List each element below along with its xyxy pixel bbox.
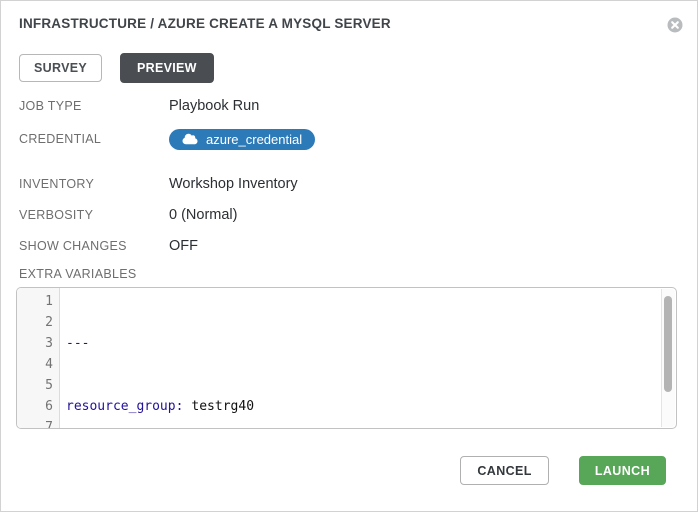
field-label: VERBOSITY: [19, 208, 169, 222]
line-number: 2: [17, 312, 53, 333]
code-line: resource_group:testrg40: [66, 396, 676, 417]
editor-code[interactable]: --- resource_group:testrg40 location:eas…: [60, 288, 676, 428]
credential-badge-label: azure_credential: [206, 132, 302, 147]
field-show-changes: SHOW CHANGES OFF: [19, 237, 679, 255]
field-inventory: INVENTORY Workshop Inventory: [19, 175, 679, 193]
field-value: 0 (Normal): [169, 207, 237, 223]
launch-button[interactable]: LAUNCH: [579, 456, 666, 485]
dialog-footer: CANCEL LAUNCH: [460, 456, 666, 485]
field-value: Playbook Run: [169, 98, 259, 114]
field-label: INVENTORY: [19, 177, 169, 191]
cloud-icon: [182, 133, 198, 145]
page-title: INFRASTRUCTURE / AZURE CREATE A MYSQL SE…: [19, 16, 391, 31]
line-number: 1: [17, 291, 53, 312]
line-number: 6: [17, 396, 53, 417]
launch-preview-dialog: INFRASTRUCTURE / AZURE CREATE A MYSQL SE…: [0, 0, 698, 512]
field-label: JOB TYPE: [19, 99, 169, 113]
line-number: 3: [17, 333, 53, 354]
extra-variables-label: EXTRA VARIABLES: [19, 267, 137, 281]
field-label: SHOW CHANGES: [19, 239, 169, 253]
tab-bar: SURVEY PREVIEW: [19, 53, 214, 83]
field-label: CREDENTIAL: [19, 132, 169, 146]
editor-scrollbar-thumb[interactable]: [664, 296, 672, 392]
close-button[interactable]: [667, 17, 683, 33]
field-job-type: JOB TYPE Playbook Run: [19, 97, 679, 115]
code-line: ---: [66, 333, 676, 354]
field-credential: CREDENTIAL azure_credential: [19, 128, 679, 150]
extra-variables-editor[interactable]: 1 2 3 4 5 6 7 --- resource_group:testrg4…: [16, 287, 677, 429]
line-number: 7: [17, 417, 53, 429]
job-details: JOB TYPE Playbook Run CREDENTIAL azure_c…: [19, 97, 679, 268]
line-number: 5: [17, 375, 53, 396]
tab-survey[interactable]: SURVEY: [19, 54, 102, 82]
field-verbosity: VERBOSITY 0 (Normal): [19, 206, 679, 224]
field-value: Workshop Inventory: [169, 176, 298, 192]
cancel-button[interactable]: CANCEL: [460, 456, 548, 485]
editor-line-numbers: 1 2 3 4 5 6 7: [17, 288, 60, 428]
editor-scrollbar: [661, 289, 675, 427]
field-value: OFF: [169, 238, 198, 254]
credential-badge[interactable]: azure_credential: [169, 129, 315, 150]
close-icon: [667, 21, 683, 36]
line-number: 4: [17, 354, 53, 375]
tab-preview[interactable]: PREVIEW: [120, 53, 214, 83]
